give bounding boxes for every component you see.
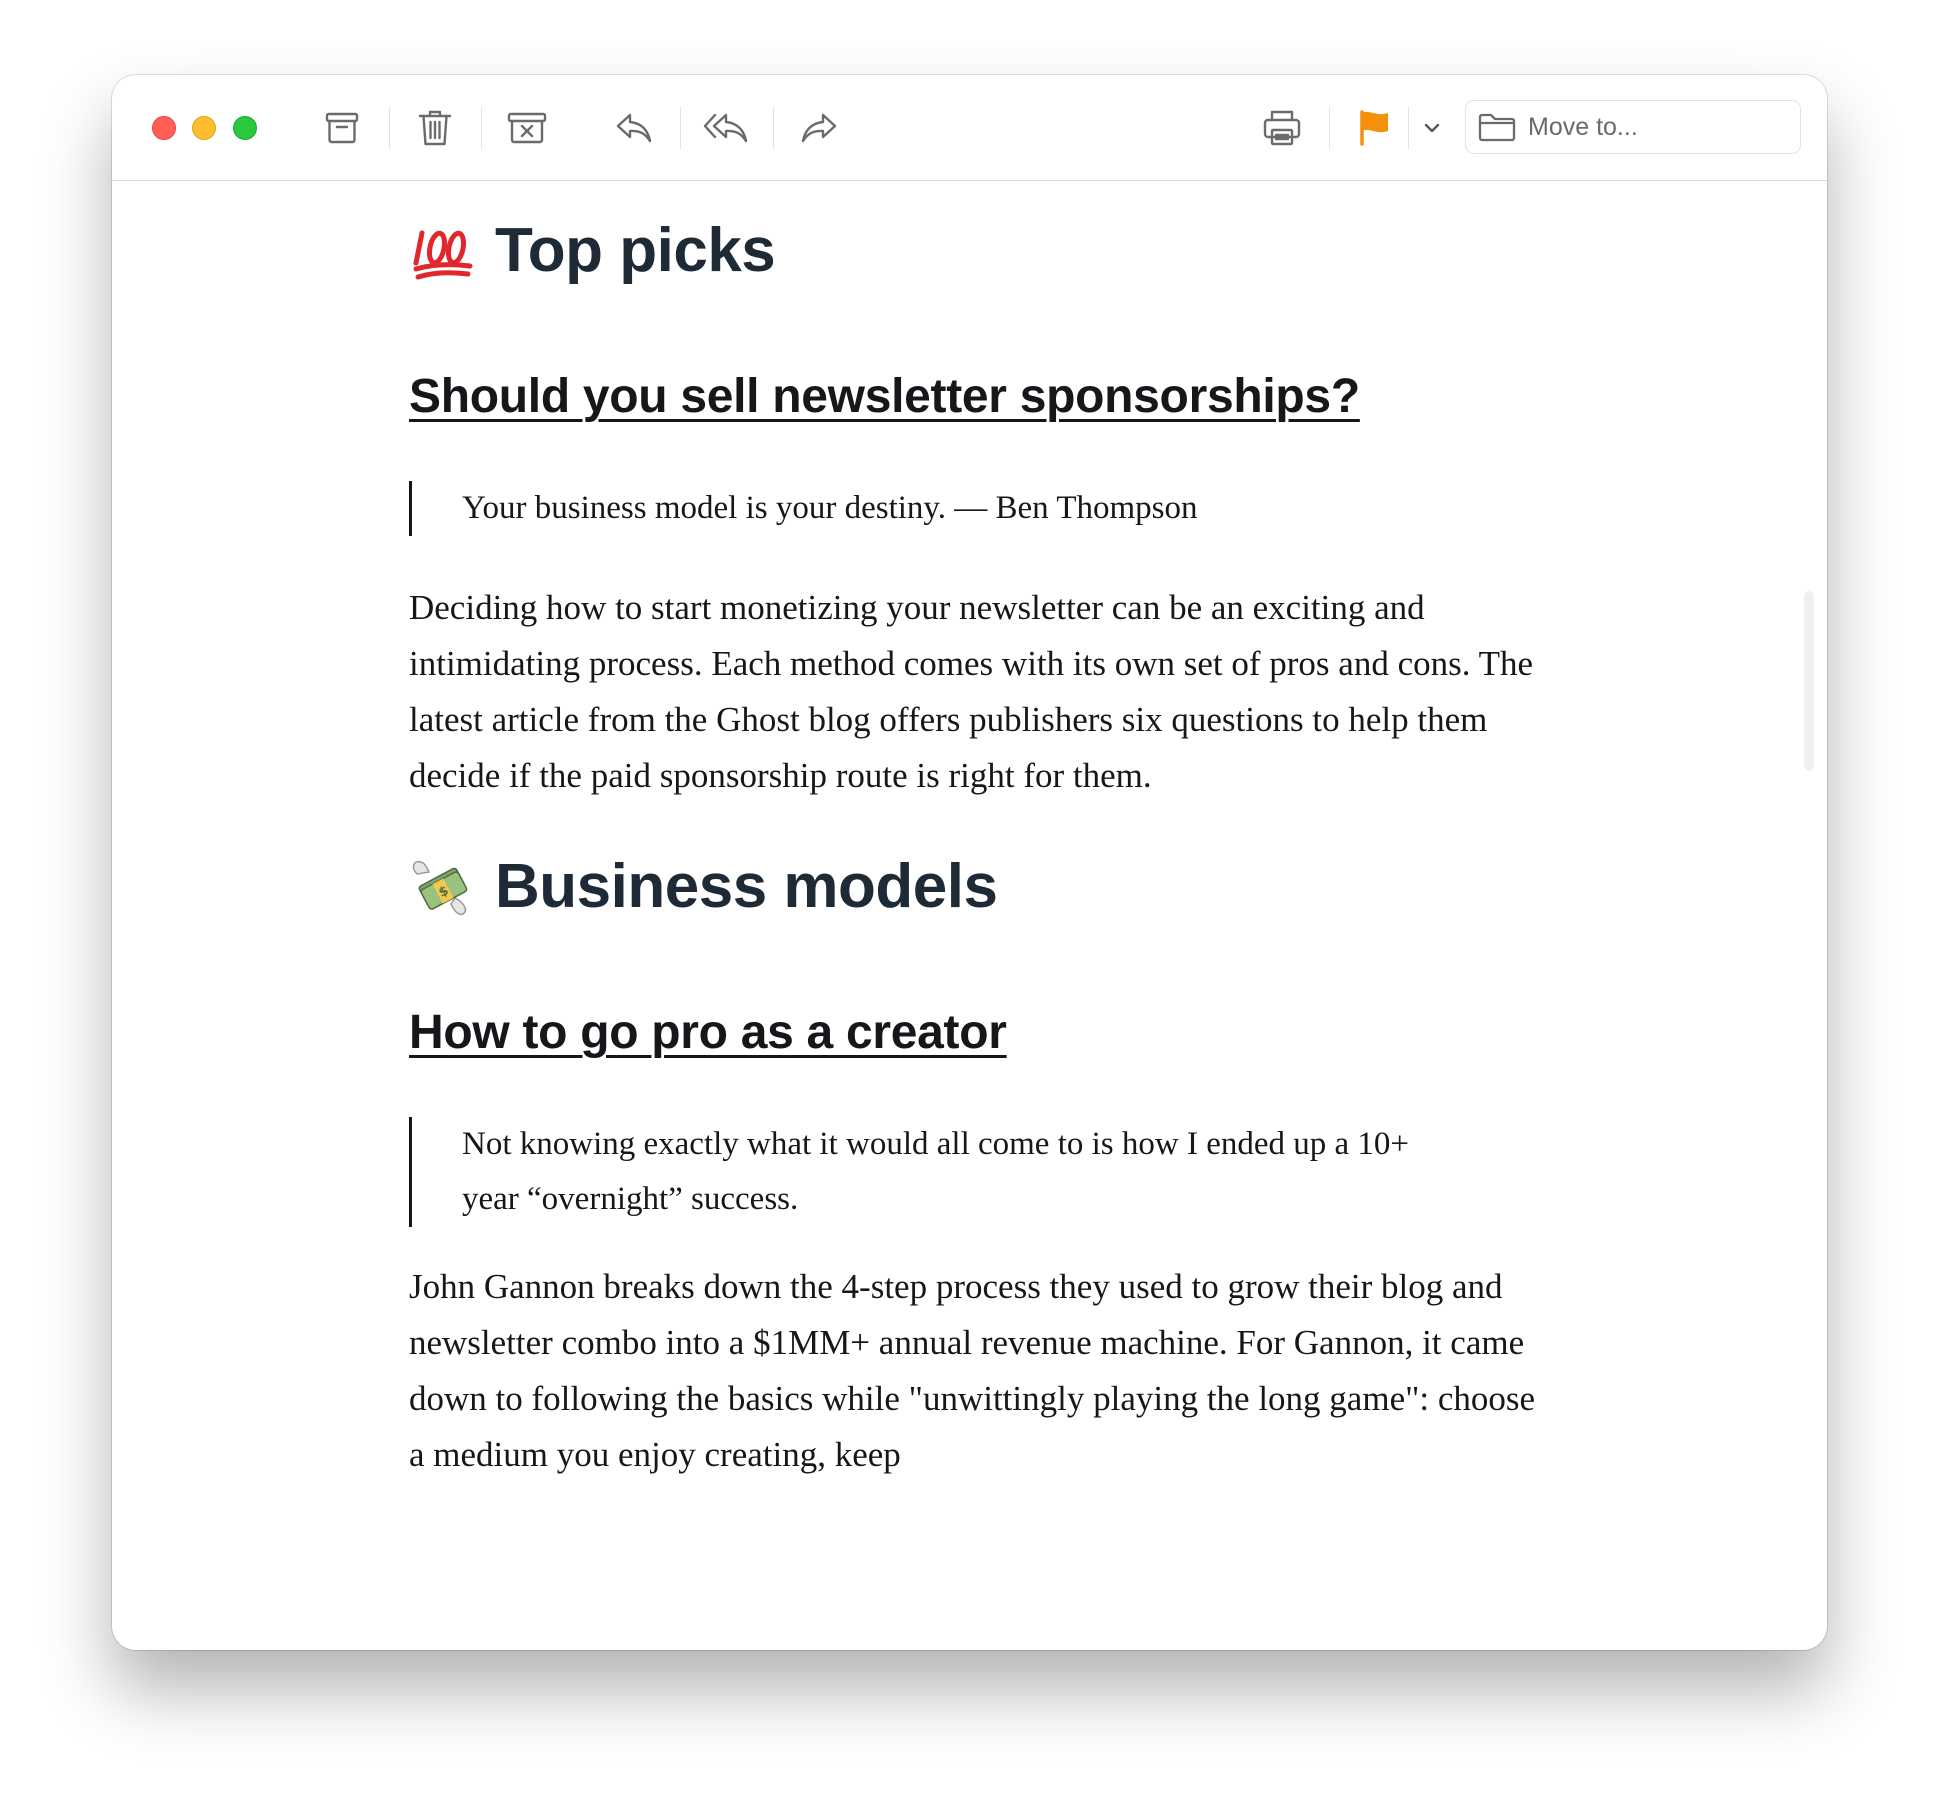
article-link-newsletter-sponsorships[interactable]: Should you sell newsletter sponsorships? [409,369,1360,424]
scrollbar[interactable] [1804,591,1814,771]
forward-button[interactable] [794,103,844,153]
trash-button[interactable] [410,103,460,153]
zoom-window-button[interactable] [233,116,257,140]
move-to-button[interactable]: Move to... [1465,100,1801,154]
reply-button[interactable] [609,103,659,153]
toolbar: Move to... [112,75,1827,181]
message-body[interactable]: Top picks Should you sell newsletter spo… [112,181,1827,1650]
minimize-window-button[interactable] [192,116,216,140]
junk-icon [507,112,547,144]
section-heading-top-picks: Top picks [409,215,776,286]
article-body: Deciding how to start monetizing your ne… [409,588,1534,795]
trash-icon [418,110,452,146]
forward-icon [801,113,837,143]
folder-icon [1478,113,1516,142]
section-heading-business-models: $ Business models [409,851,998,922]
article-link-go-pro-creator[interactable]: How to go pro as a creator [409,1005,1007,1060]
reply-icon [616,113,652,143]
flag-menu-button[interactable] [1412,103,1452,153]
junk-button[interactable] [502,103,552,153]
money-with-wings-icon: $ [409,854,475,920]
print-button[interactable] [1257,103,1307,153]
printer-icon [1263,110,1301,146]
archive-icon [325,112,359,144]
hundred-points-icon [409,218,475,284]
flag-icon [1360,110,1388,146]
mail-window: Move to... Top picks Should you sell new… [112,75,1827,1650]
chevron-down-icon [1424,123,1440,133]
close-window-button[interactable] [152,116,176,140]
flag-button[interactable] [1350,103,1400,153]
article-body: John Gannon breaks down the 4-step proce… [409,1267,1536,1474]
blockquote: Not knowing exactly what it would all co… [409,1117,1409,1227]
move-to-label: Move to... [1528,112,1638,141]
reply-all-icon [703,113,748,143]
archive-button[interactable] [317,103,367,153]
section-title: Top picks [495,216,776,285]
blockquote: Your business model is your destiny. — B… [409,481,1409,536]
reply-all-button[interactable] [701,103,751,153]
section-title: Business models [495,852,998,921]
